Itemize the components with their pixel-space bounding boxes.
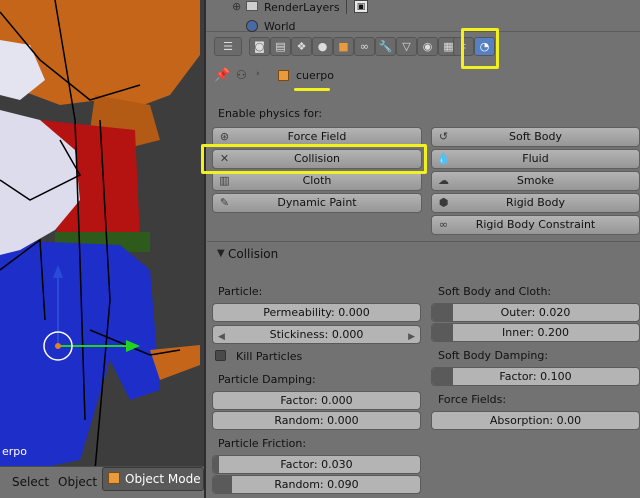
force-field-icon: ⊛ bbox=[219, 130, 230, 143]
viewport-scene bbox=[0, 0, 200, 470]
fluid-button[interactable]: 💧 Fluid bbox=[431, 149, 640, 169]
scene-tab-icon[interactable]: ❖ bbox=[291, 37, 312, 56]
particle-label: Particle: bbox=[218, 285, 263, 298]
object-tab-icon[interactable]: ■ bbox=[333, 37, 354, 56]
sb-damping-fill bbox=[432, 368, 453, 385]
permeability-field[interactable]: Permeability: 0.000 bbox=[212, 303, 421, 322]
smoke-button[interactable]: ☁ Smoke bbox=[431, 171, 640, 191]
collision-highlight bbox=[201, 144, 427, 174]
cube-icon bbox=[108, 472, 120, 484]
soft-body-damping-label: Soft Body Damping: bbox=[438, 349, 549, 362]
constraint-link-icon: ∞ bbox=[438, 218, 449, 231]
kill-particles-label: Kill Particles bbox=[236, 350, 303, 363]
outliner-separator bbox=[346, 0, 347, 14]
rigid-body-icon: ⬢ bbox=[438, 196, 449, 209]
force-fields-label: Force Fields: bbox=[438, 393, 507, 406]
outliner-tail: ⊕ RenderLayers ▣ World bbox=[206, 0, 640, 33]
outer-field[interactable]: Outer: 0.020 bbox=[431, 303, 640, 322]
absorption-field[interactable]: Absorption: 0.00 bbox=[431, 411, 640, 430]
mode-label: Object Mode bbox=[125, 472, 201, 486]
dynamic-paint-button[interactable]: ✎ Dynamic Paint bbox=[212, 193, 422, 213]
chevron-right-icon: › bbox=[256, 69, 260, 79]
menu-object[interactable]: Object bbox=[58, 475, 97, 489]
modifiers-tab-icon[interactable]: 🔧 bbox=[375, 37, 396, 56]
outer-fill bbox=[432, 304, 453, 321]
scene-icon: ⚇ bbox=[236, 68, 247, 82]
rigid-body-button[interactable]: ⬢ Rigid Body bbox=[431, 193, 640, 213]
constraints-tab-icon[interactable]: ∞ bbox=[354, 37, 375, 56]
menu-select[interactable]: Select bbox=[12, 475, 49, 489]
camera-icon: ▣ bbox=[354, 0, 368, 13]
particle-damping-label: Particle Damping: bbox=[218, 373, 316, 386]
object-name-underline bbox=[294, 88, 330, 91]
world-icon bbox=[246, 20, 258, 32]
soft-body-button[interactable]: ↺ Soft Body bbox=[431, 127, 640, 147]
droplet-icon: 💧 bbox=[436, 152, 451, 165]
kill-particles-checkbox[interactable] bbox=[215, 350, 226, 361]
cloth-icon: ▥ bbox=[219, 174, 230, 187]
friction-random-field[interactable]: Random: 0.090 bbox=[212, 475, 421, 494]
viewport-object-label: erpo bbox=[2, 445, 28, 458]
cloth-button[interactable]: ▥ Cloth bbox=[212, 171, 422, 191]
stickiness-field[interactable]: ◀ Stickiness: 0.000 ▶ bbox=[212, 325, 421, 344]
particle-friction-label: Particle Friction: bbox=[218, 437, 307, 450]
disclosure-triangle-icon: ▼ bbox=[217, 248, 225, 259]
object-name: cuerpo bbox=[296, 69, 335, 82]
outliner-renderlayers[interactable]: RenderLayers bbox=[264, 1, 340, 14]
object-icon bbox=[278, 70, 289, 81]
inner-field[interactable]: Inner: 0.200 bbox=[431, 323, 640, 342]
editor-type-icon[interactable]: ☰ bbox=[214, 37, 242, 56]
enable-physics-label: Enable physics for: bbox=[218, 107, 323, 120]
breadcrumb: 📌 ⚇ › cuerpo bbox=[214, 68, 434, 86]
sb-damping-factor-field[interactable]: Factor: 0.100 bbox=[431, 367, 640, 386]
rigid-body-constraint-button[interactable]: ∞ Rigid Body Constraint bbox=[431, 215, 640, 235]
render-layers-tab-icon[interactable]: ▤ bbox=[270, 37, 291, 56]
render-layers-icon bbox=[246, 1, 258, 11]
friction-random-fill bbox=[213, 476, 232, 493]
friction-factor-field[interactable]: Factor: 0.030 bbox=[212, 455, 421, 474]
physics-tab-highlight bbox=[461, 28, 499, 69]
paint-brush-icon: ✎ bbox=[219, 196, 230, 209]
expand-icon[interactable]: ⊕ bbox=[232, 0, 241, 13]
collision-panel-header[interactable]: ▼ Collision bbox=[207, 242, 640, 268]
material-tab-icon[interactable]: ◉ bbox=[417, 37, 438, 56]
smoke-icon: ☁ bbox=[438, 174, 449, 187]
mode-selector[interactable]: Object Mode bbox=[102, 467, 204, 491]
pin-icon[interactable]: 📌 bbox=[214, 68, 230, 83]
damping-random-field[interactable]: Random: 0.000 bbox=[212, 411, 421, 430]
decrement-arrow-icon[interactable]: ◀ bbox=[218, 329, 225, 343]
data-tab-icon[interactable]: ▽ bbox=[396, 37, 417, 56]
world-tab-icon[interactable]: ● bbox=[312, 37, 333, 56]
inner-fill bbox=[432, 324, 453, 341]
collision-panel-title: Collision bbox=[228, 247, 279, 261]
3d-viewport[interactable]: erpo bbox=[0, 0, 204, 498]
soft-body-cloth-label: Soft Body and Cloth: bbox=[438, 285, 552, 298]
soft-body-icon: ↺ bbox=[438, 130, 449, 143]
damping-factor-field[interactable]: Factor: 0.000 bbox=[212, 391, 421, 410]
render-tab-icon[interactable]: ◙ bbox=[249, 37, 270, 56]
friction-factor-fill bbox=[213, 456, 220, 473]
increment-arrow-icon[interactable]: ▶ bbox=[408, 329, 415, 343]
